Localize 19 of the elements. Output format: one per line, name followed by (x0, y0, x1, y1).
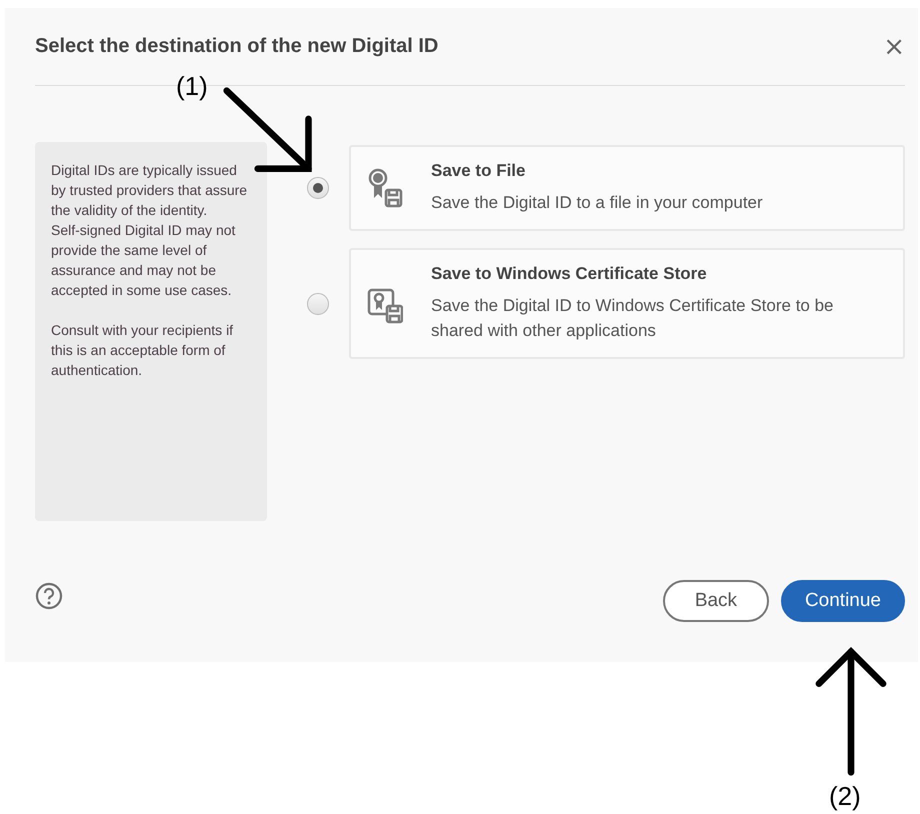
help-icon[interactable] (35, 582, 63, 610)
close-button[interactable]: × (883, 32, 905, 62)
radio-button[interactable] (307, 292, 329, 314)
option-title: Save to File (431, 161, 526, 181)
option-title: Save to Windows Certificate Store (431, 264, 708, 284)
option-description: Save the Digital ID to Windows Certificate Store to be shared with other applications (431, 295, 835, 342)
option-card[interactable]: Save to Windows Certificate Store Save the Digital ID to Windows Certificate Store to be shared with other applications (349, 248, 905, 359)
dialog-title: Select the destination of the new Digital ID (35, 35, 438, 58)
option-description: Save the Digital ID to a file in your computer (431, 192, 763, 214)
radio-button[interactable] (307, 177, 329, 199)
option-card[interactable]: Save to File Save the Digital ID to a file in your computer (349, 145, 905, 231)
info-text: Self-signed Digital ID may not provide the same level of assurance and may not be accepted in some use cases. (51, 221, 236, 300)
annotation-label: (1) (176, 71, 208, 102)
annotation-label: (2) (829, 781, 861, 812)
certificate-file-icon (367, 168, 403, 208)
continue-button[interactable]: Continue (780, 580, 905, 622)
info-text: Consult with your recipients if this is an acceptable form of authentication. (51, 321, 234, 380)
back-button[interactable]: Back (662, 580, 769, 622)
info-text: Digital IDs are typically issued by trusted providers that assure the validity of the identity. (51, 161, 248, 220)
